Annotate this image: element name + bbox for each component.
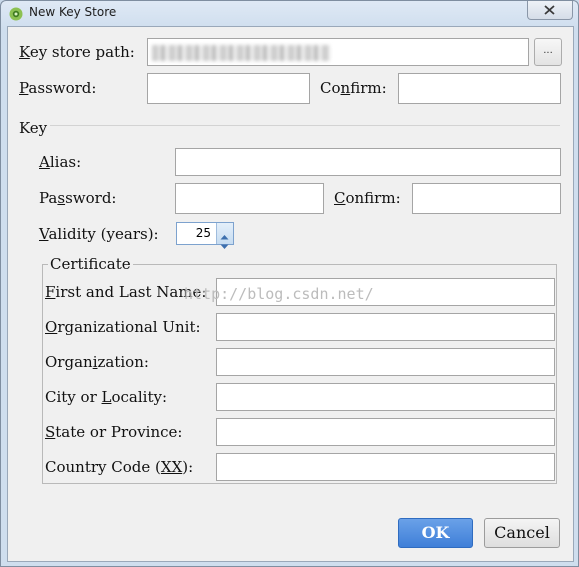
dialog-content: Key store path: ... Password: Confirm: K…: [7, 26, 574, 562]
first-last-name-input[interactable]: [216, 278, 555, 306]
city-input[interactable]: [216, 383, 555, 411]
dialog-window: New Key Store Key store path: ... Passwo…: [0, 0, 579, 567]
first-last-name-label: First and Last Name:: [45, 283, 207, 301]
organization-label: Organization:: [45, 353, 149, 371]
organization-input[interactable]: [216, 348, 555, 376]
key-group-label: Key: [19, 119, 48, 137]
org-unit-input[interactable]: [216, 313, 555, 341]
key-group-separator: [50, 125, 560, 126]
validity-label: Validity (years):: [39, 225, 159, 243]
close-icon: [544, 5, 555, 15]
close-button[interactable]: [527, 1, 573, 20]
android-studio-icon: [9, 6, 23, 21]
blurred-path-value: [152, 45, 330, 61]
keystore-path-input[interactable]: [147, 38, 529, 66]
browse-button[interactable]: ...: [534, 38, 562, 66]
alias-input[interactable]: [175, 148, 561, 176]
validity-value: 25: [195, 226, 211, 240]
key-confirm-label: Confirm:: [334, 189, 401, 207]
validity-spinner[interactable]: 25: [176, 222, 234, 249]
alias-label: Alias:: [39, 153, 82, 171]
key-password-label: Password:: [39, 189, 117, 207]
keystore-confirm-label: Confirm:: [320, 79, 387, 97]
key-password-input[interactable]: [175, 183, 324, 214]
spinner-buttons[interactable]: [216, 223, 233, 249]
state-input[interactable]: [216, 418, 555, 446]
keystore-password-input[interactable]: [147, 73, 310, 104]
certificate-group-label: Certificate: [48, 255, 133, 273]
key-confirm-input[interactable]: [412, 183, 561, 214]
city-label: City or Locality:: [45, 388, 168, 406]
ok-button[interactable]: OK: [398, 518, 473, 548]
window-title: New Key Store: [29, 5, 117, 19]
keystore-path-label: Key store path:: [19, 43, 135, 61]
spinner-down-icon[interactable]: [220, 235, 229, 254]
title-bar[interactable]: New Key Store: [1, 1, 578, 25]
state-label: State or Province:: [45, 423, 183, 441]
cancel-button[interactable]: Cancel: [484, 518, 560, 548]
org-unit-label: Organizational Unit:: [45, 318, 201, 336]
country-code-label: Country Code (XX):: [45, 458, 194, 476]
keystore-password-label: Password:: [19, 79, 97, 97]
keystore-confirm-input[interactable]: [398, 73, 561, 104]
country-code-input[interactable]: [216, 453, 555, 481]
